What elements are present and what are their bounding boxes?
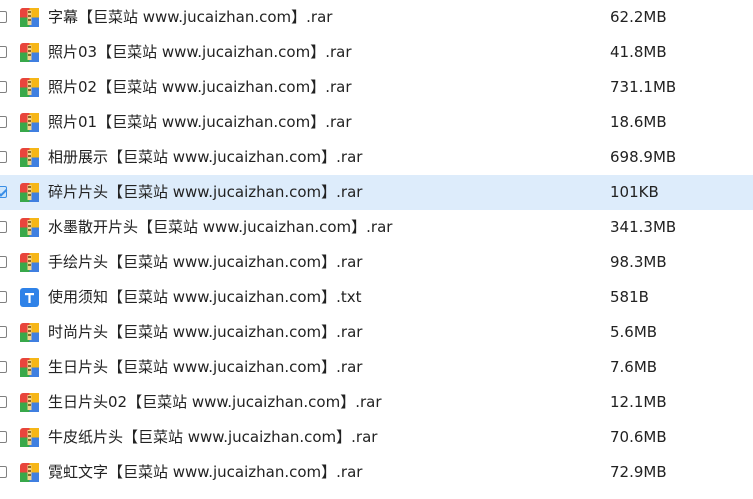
archive-icon [20,218,39,237]
file-row[interactable]: 霓虹文字【巨菜站 www.jucaizhan.com】.rar 72.9MB [0,455,753,490]
archive-icon [20,148,39,167]
file-size: 41.8MB [610,43,667,61]
row-checkbox[interactable] [0,116,7,128]
archive-icon [20,253,39,272]
file-name[interactable]: 生日片头02【巨菜站 www.jucaizhan.com】.rar [48,385,382,420]
file-row[interactable]: 时尚片头【巨菜站 www.jucaizhan.com】.rar 5.6MB [0,315,753,350]
file-row[interactable]: 相册展示【巨菜站 www.jucaizhan.com】.rar 698.9MB [0,140,753,175]
file-name[interactable]: 字幕【巨菜站 www.jucaizhan.com】.rar [48,0,332,35]
row-checkbox[interactable] [0,361,7,373]
file-name[interactable]: 照片01【巨菜站 www.jucaizhan.com】.rar [48,105,352,140]
archive-icon [20,463,39,482]
row-checkbox[interactable] [0,11,7,23]
file-name[interactable]: 照片02【巨菜站 www.jucaizhan.com】.rar [48,70,352,105]
file-size: 731.1MB [610,78,677,96]
archive-icon [20,78,39,97]
file-size: 5.6MB [610,323,658,341]
row-checkbox-checked[interactable] [0,186,7,198]
file-name[interactable]: 使用须知【巨菜站 www.jucaizhan.com】.txt [48,280,362,315]
archive-icon [20,113,39,132]
file-name[interactable]: 水墨散开片头【巨菜站 www.jucaizhan.com】.rar [48,210,392,245]
file-list: 字幕【巨菜站 www.jucaizhan.com】.rar 62.2MB 照片0… [0,0,753,499]
text-file-icon [20,288,39,307]
file-row[interactable]: 照片02【巨菜站 www.jucaizhan.com】.rar 731.1MB [0,70,753,105]
row-checkbox[interactable] [0,151,7,163]
row-checkbox[interactable] [0,431,7,443]
file-size: 98.3MB [610,253,667,271]
archive-icon [20,43,39,62]
file-size: 581B [610,288,649,306]
row-checkbox[interactable] [0,256,7,268]
archive-icon [20,323,39,342]
file-name[interactable]: 手绘片头【巨菜站 www.jucaizhan.com】.rar [48,245,362,280]
file-size: 62.2MB [610,8,667,26]
file-size: 18.6MB [610,113,667,131]
file-name[interactable]: 碎片片头【巨菜站 www.jucaizhan.com】.rar [48,175,362,210]
row-checkbox[interactable] [0,326,7,338]
file-size: 698.9MB [610,148,677,166]
file-size: 12.1MB [610,393,667,411]
file-row[interactable]: 照片01【巨菜站 www.jucaizhan.com】.rar 18.6MB [0,105,753,140]
row-checkbox[interactable] [0,46,7,58]
file-row[interactable]: 牛皮纸片头【巨菜站 www.jucaizhan.com】.rar 70.6MB [0,420,753,455]
file-name[interactable]: 牛皮纸片头【巨菜站 www.jucaizhan.com】.rar [48,420,377,455]
file-size: 341.3MB [610,218,677,236]
row-checkbox[interactable] [0,81,7,93]
file-row-selected[interactable]: 碎片片头【巨菜站 www.jucaizhan.com】.rar 101KB [0,175,753,210]
archive-icon [20,183,39,202]
row-checkbox[interactable] [0,221,7,233]
archive-icon [20,428,39,447]
file-row[interactable]: 水墨散开片头【巨菜站 www.jucaizhan.com】.rar 341.3M… [0,210,753,245]
file-name[interactable]: 生日片头【巨菜站 www.jucaizhan.com】.rar [48,350,362,385]
row-checkbox[interactable] [0,396,7,408]
file-row[interactable]: 使用须知【巨菜站 www.jucaizhan.com】.txt 581B [0,280,753,315]
file-size: 72.9MB [610,463,667,481]
file-size: 70.6MB [610,428,667,446]
file-row[interactable]: 手绘片头【巨菜站 www.jucaizhan.com】.rar 98.3MB [0,245,753,280]
file-size: 101KB [610,183,659,201]
file-row[interactable]: 照片03【巨菜站 www.jucaizhan.com】.rar 41.8MB [0,35,753,70]
file-name[interactable]: 相册展示【巨菜站 www.jucaizhan.com】.rar [48,140,362,175]
file-size: 7.6MB [610,358,658,376]
file-row[interactable]: 生日片头02【巨菜站 www.jucaizhan.com】.rar 12.1MB [0,385,753,420]
archive-icon [20,358,39,377]
archive-icon [20,393,39,412]
archive-icon [20,8,39,27]
row-checkbox[interactable] [0,466,7,478]
file-name[interactable]: 照片03【巨菜站 www.jucaizhan.com】.rar [48,35,352,70]
row-checkbox[interactable] [0,291,7,303]
file-name[interactable]: 时尚片头【巨菜站 www.jucaizhan.com】.rar [48,315,362,350]
file-row[interactable]: 字幕【巨菜站 www.jucaizhan.com】.rar 62.2MB [0,0,753,35]
file-name[interactable]: 霓虹文字【巨菜站 www.jucaizhan.com】.rar [48,455,362,490]
file-row[interactable]: 生日片头【巨菜站 www.jucaizhan.com】.rar 7.6MB [0,350,753,385]
